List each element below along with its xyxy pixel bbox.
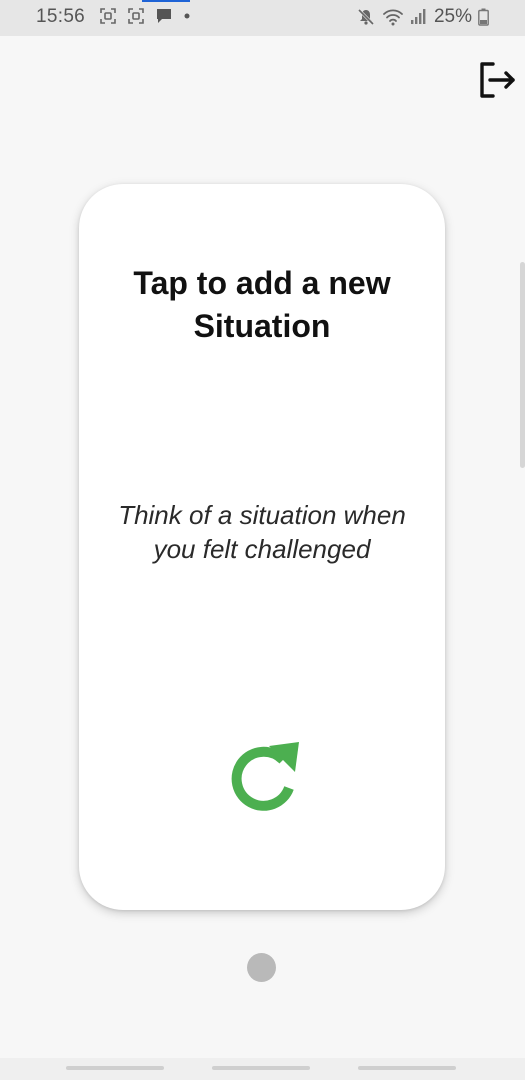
battery-percent: 25% bbox=[433, 6, 472, 27]
status-bar: 15:56 25% bbox=[0, 0, 525, 36]
card-title-line-2: Situation bbox=[193, 308, 331, 344]
home-button[interactable] bbox=[212, 1066, 310, 1070]
status-time: 15:56 bbox=[36, 6, 86, 27]
wifi-icon bbox=[382, 7, 404, 27]
logout-icon bbox=[474, 58, 518, 102]
card-title: Tap to add a new Situation bbox=[79, 262, 445, 348]
add-situation-card[interactable]: Tap to add a new Situation Think of a si… bbox=[79, 184, 445, 910]
page-indicator-dot[interactable] bbox=[247, 953, 276, 982]
signal-icon bbox=[410, 8, 428, 26]
refresh-icon bbox=[221, 736, 305, 820]
message-icon bbox=[155, 7, 173, 25]
mute-icon bbox=[356, 7, 376, 27]
recent-apps-button[interactable] bbox=[66, 1066, 164, 1070]
screenshot-icon bbox=[99, 7, 117, 25]
card-subtitle-line-2: you felt challenged bbox=[153, 534, 371, 564]
status-right-icons: 25% bbox=[356, 6, 489, 28]
dot-icon bbox=[183, 12, 191, 20]
battery-icon bbox=[478, 8, 489, 26]
card-subtitle: Think of a situation when you felt chall… bbox=[79, 498, 445, 566]
screenshot-icon bbox=[127, 7, 145, 25]
refresh-button[interactable] bbox=[219, 734, 307, 822]
back-button[interactable] bbox=[358, 1066, 456, 1070]
status-accent-line bbox=[142, 0, 190, 2]
logout-button[interactable] bbox=[473, 57, 519, 103]
navigation-bar bbox=[0, 1058, 525, 1080]
status-left-icons bbox=[99, 7, 191, 25]
card-subtitle-line-1: Think of a situation when bbox=[118, 500, 406, 530]
card-title-line-1: Tap to add a new bbox=[133, 265, 391, 301]
scroll-indicator[interactable] bbox=[520, 262, 525, 468]
